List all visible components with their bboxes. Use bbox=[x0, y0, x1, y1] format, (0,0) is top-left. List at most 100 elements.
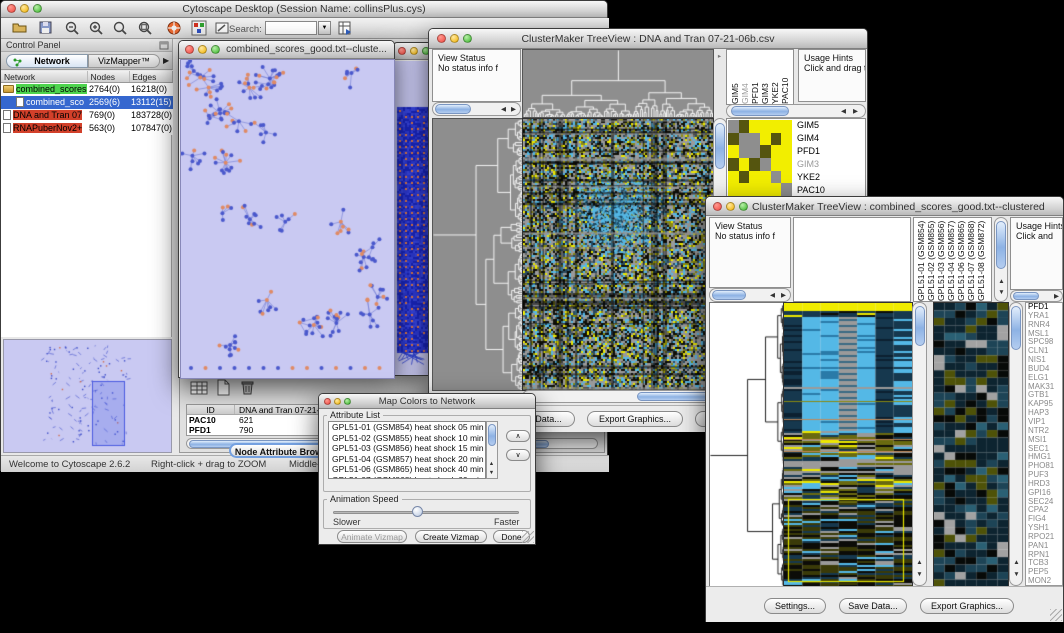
zoom-matrix[interactable] bbox=[728, 120, 792, 196]
create-vizmap-button[interactable]: Create Vizmap bbox=[415, 530, 487, 543]
resize-grip[interactable] bbox=[522, 531, 534, 543]
move-down-button[interactable]: ∨ bbox=[506, 449, 530, 461]
tab-network[interactable]: Network bbox=[6, 54, 88, 68]
network-row-rnapuber[interactable]: RNAPuberNov2+ 563(0) 107847(0) bbox=[1, 122, 173, 135]
zoom-out-icon[interactable] bbox=[64, 20, 80, 36]
close-icon[interactable] bbox=[398, 47, 406, 55]
network-row-combined-scores[interactable]: combined_scores 2764(0) 16218(0) bbox=[1, 83, 173, 96]
scroll-right-arrow[interactable]: ▶ bbox=[509, 106, 518, 114]
save-data-button[interactable]: Save Data... bbox=[839, 598, 907, 614]
search-input[interactable] bbox=[265, 21, 317, 35]
gene-label[interactable]: MON2 bbox=[1028, 577, 1062, 586]
attribute-list-item[interactable]: GPL51-01 (GSM854) heat shock 05 min bbox=[332, 422, 485, 433]
network-list-body[interactable] bbox=[1, 135, 172, 337]
float-panel-icon[interactable] bbox=[159, 41, 169, 50]
table-mode-icon[interactable] bbox=[190, 380, 208, 396]
attribute-list-item[interactable]: GPL51-06 (GSM865) heat shock 40 min bbox=[332, 464, 485, 475]
zoom-selected-icon[interactable] bbox=[137, 20, 153, 36]
heatmap-hscrollbar[interactable] bbox=[522, 390, 712, 403]
scroll-thumb[interactable] bbox=[488, 424, 496, 446]
speed-slider-track[interactable] bbox=[333, 511, 519, 514]
data-col-id[interactable]: ID bbox=[187, 405, 235, 414]
scroll-left-arrow[interactable]: ◀ bbox=[768, 292, 777, 300]
gene-labels-list[interactable]: PFD1YRA1RNR4MSL1SPC98CLN1NIS1BUD4ELG1MAK… bbox=[1025, 302, 1063, 586]
new-attribute-icon[interactable] bbox=[216, 379, 231, 396]
scroll-right-arrow[interactable]: ▶ bbox=[779, 292, 788, 300]
column-labels-vscrollbar[interactable]: ▲ ▼ bbox=[994, 217, 1008, 302]
animate-vizmap-button[interactable]: Animate Vizmap bbox=[337, 530, 407, 543]
export-graphics-button[interactable]: Export Graphics... bbox=[920, 598, 1014, 614]
attribute-list-item[interactable]: GPL51-07 (GSM868) heat shock 60 min bbox=[332, 475, 485, 480]
col-header-nodes[interactable]: Nodes bbox=[88, 71, 130, 82]
scroll-thumb[interactable] bbox=[435, 104, 471, 114]
scroll-up-arrow[interactable]: ▲ bbox=[487, 460, 496, 468]
attribute-list-item[interactable]: GPL51-03 (GSM856) heat shock 15 min bbox=[332, 443, 485, 454]
attribute-list-item[interactable]: GPL51-02 (GSM855) heat shock 10 min bbox=[332, 433, 485, 444]
scroll-up-arrow[interactable]: ▲ bbox=[1012, 559, 1021, 567]
save-icon[interactable] bbox=[38, 20, 53, 35]
divider-collapse-icon[interactable]: ▸ bbox=[715, 53, 724, 61]
column-dendrogram[interactable] bbox=[522, 49, 714, 118]
network-overview-icon[interactable] bbox=[191, 20, 207, 36]
search-dropdown-button[interactable]: ▼ bbox=[318, 21, 331, 35]
main-title-bar[interactable]: Cytoscape Desktop (Session Name: collins… bbox=[1, 1, 607, 18]
scroll-right-arrow[interactable]: ▶ bbox=[851, 108, 860, 116]
treeview-top-title-bar[interactable]: ClusterMaker TreeView : DNA and Tran 07-… bbox=[429, 29, 867, 49]
scroll-thumb[interactable] bbox=[715, 123, 725, 169]
scroll-right-arrow[interactable]: ▶ bbox=[1052, 293, 1061, 301]
scroll-left-arrow[interactable]: ◀ bbox=[499, 106, 508, 114]
network-row-selected[interactable]: combined_sco 2569(6) 13112(15) bbox=[1, 96, 173, 109]
treeview-bottom-title-bar[interactable]: ClusterMaker TreeView : combined_scores_… bbox=[706, 197, 1063, 216]
network-row-dna-tran[interactable]: DNA and Tran 07 769(0) 183728(0) bbox=[1, 109, 173, 122]
view-status-hscrollbar[interactable]: ◀ ▶ bbox=[432, 102, 521, 116]
scroll-thumb[interactable] bbox=[1011, 306, 1021, 350]
scroll-down-arrow[interactable]: ▼ bbox=[997, 289, 1006, 297]
open-file-icon[interactable] bbox=[11, 20, 28, 35]
scroll-up-arrow[interactable]: ▲ bbox=[997, 278, 1006, 286]
settings-button[interactable]: Settings... bbox=[764, 598, 826, 614]
heatmap-canvas[interactable] bbox=[522, 118, 714, 391]
zoom-heatmap-canvas[interactable] bbox=[933, 302, 1009, 588]
minimize-icon[interactable] bbox=[410, 47, 418, 55]
scroll-thumb[interactable] bbox=[637, 392, 709, 401]
delete-attribute-icon[interactable] bbox=[240, 379, 255, 396]
scroll-down-arrow[interactable]: ▼ bbox=[487, 469, 496, 477]
scroll-thumb[interactable] bbox=[731, 106, 789, 116]
import-table-icon[interactable] bbox=[337, 20, 353, 36]
export-graphics-button[interactable]: Export Graphics... bbox=[587, 411, 683, 427]
network2-canvas[interactable] bbox=[395, 61, 430, 375]
row-dendrogram[interactable] bbox=[432, 118, 523, 391]
network2-title-bar[interactable] bbox=[394, 43, 429, 60]
tab-overflow-button[interactable]: ▶ bbox=[163, 56, 169, 65]
annotation-icon[interactable] bbox=[214, 20, 230, 36]
resize-grip[interactable] bbox=[1050, 609, 1062, 621]
attribute-list-item[interactable]: GPL51-04 (GSM857) heat shock 20 min bbox=[332, 454, 485, 465]
scroll-left-arrow[interactable]: ◀ bbox=[839, 108, 848, 116]
col-header-edges[interactable]: Edges bbox=[130, 71, 172, 82]
network1-title-bar[interactable]: combined_scores_good.txt--cluste... bbox=[179, 41, 394, 59]
col-header-network[interactable]: Network bbox=[1, 71, 88, 82]
help-ring-icon[interactable] bbox=[166, 20, 182, 36]
usage-hints-hscrollbar[interactable]: ▶ bbox=[1010, 290, 1063, 302]
scroll-thumb[interactable] bbox=[1013, 292, 1039, 300]
scroll-down-arrow[interactable]: ▼ bbox=[915, 571, 924, 579]
move-up-button[interactable]: ∧ bbox=[506, 430, 530, 442]
usage-hints-hscrollbar[interactable]: ◀ ▶ bbox=[726, 104, 866, 118]
scroll-thumb[interactable] bbox=[712, 290, 746, 300]
network-overview-thumbnail[interactable] bbox=[3, 339, 172, 453]
row-dendrogram[interactable] bbox=[709, 302, 784, 588]
scroll-up-arrow[interactable]: ▲ bbox=[915, 559, 924, 567]
heatmap-canvas[interactable] bbox=[783, 302, 913, 588]
attribute-listbox[interactable]: GPL51-01 (GSM854) heat shock 05 minGPL51… bbox=[328, 421, 486, 479]
zoom-in-icon[interactable] bbox=[88, 20, 104, 36]
network1-canvas[interactable] bbox=[180, 59, 395, 379]
column-tree-panel[interactable] bbox=[793, 217, 911, 302]
scroll-down-arrow[interactable]: ▼ bbox=[1012, 571, 1021, 579]
scroll-thumb[interactable] bbox=[996, 221, 1006, 269]
scroll-thumb[interactable] bbox=[915, 306, 925, 346]
heatmap-vscrollbar[interactable]: ▲ ▼ bbox=[912, 302, 927, 586]
speed-slider-thumb[interactable] bbox=[412, 506, 423, 517]
attribute-list-vscrollbar[interactable]: ▲ ▼ bbox=[486, 421, 498, 479]
gene-labels-vscrollbar[interactable]: ▲ ▼ bbox=[1009, 302, 1023, 586]
view-status-hscrollbar[interactable]: ◀ ▶ bbox=[709, 288, 791, 302]
